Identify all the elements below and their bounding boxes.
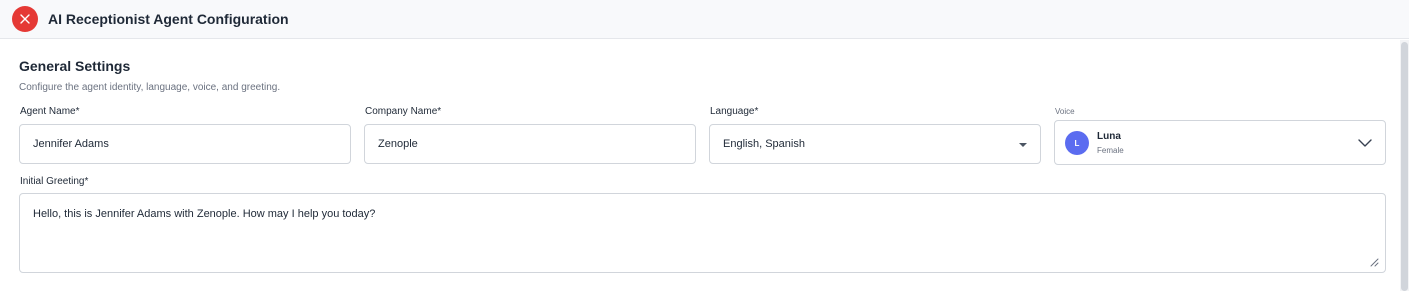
language-select[interactable]: English, Spanish — [709, 124, 1041, 164]
company-name-label-text: Company Name — [365, 106, 438, 117]
language-value: English, Spanish — [723, 138, 805, 150]
agent-name-label-text: Agent Name — [20, 106, 76, 117]
close-icon — [20, 14, 30, 24]
agent-name-label: Agent Name* — [20, 106, 80, 117]
language-label: Language* — [710, 106, 758, 117]
chevron-down-icon — [1358, 139, 1372, 147]
initial-greeting-label-text: Initial Greeting — [20, 176, 85, 187]
required-marker: * — [437, 106, 442, 117]
required-marker: * — [75, 106, 80, 117]
caret-down-icon — [1019, 143, 1027, 147]
required-marker: * — [84, 176, 89, 187]
scrollbar-thumb[interactable] — [1401, 42, 1408, 291]
company-name-input[interactable]: Zenople — [364, 124, 696, 164]
initial-greeting-textarea[interactable]: Hello, this is Jennifer Adams with Zenop… — [19, 193, 1386, 273]
voice-select[interactable]: L Luna Female — [1054, 120, 1386, 165]
company-name-label: Company Name* — [365, 106, 441, 117]
dialog-title: AI Receptionist Agent Configuration — [48, 11, 289, 27]
voice-avatar: L — [1065, 131, 1089, 155]
voice-label: Voice — [1055, 107, 1075, 116]
section-title: General Settings — [19, 58, 131, 74]
close-button[interactable] — [12, 6, 38, 32]
settings-panel: General Settings Configure the agent ide… — [0, 40, 1409, 291]
resize-handle-icon[interactable] — [1370, 258, 1379, 267]
section-description: Configure the agent identity, language, … — [19, 82, 281, 93]
initial-greeting-value: Hello, this is Jennifer Adams with Zenop… — [33, 208, 376, 220]
language-label-text: Language — [710, 106, 755, 117]
agent-name-input[interactable]: Jennifer Adams — [19, 124, 351, 164]
dialog-header: AI Receptionist Agent Configuration — [0, 0, 1409, 39]
scrollbar[interactable] — [1400, 40, 1409, 291]
initial-greeting-label: Initial Greeting* — [20, 176, 88, 187]
voice-name: Luna — [1097, 131, 1121, 142]
voice-gender: Female — [1097, 146, 1124, 155]
required-marker: * — [754, 106, 759, 117]
